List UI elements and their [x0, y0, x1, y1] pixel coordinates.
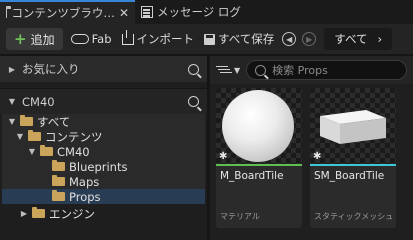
tree-item-engine[interactable]: ▶ エンジン — [0, 206, 207, 221]
tree-item-label: コンテンツ — [45, 129, 103, 144]
breadcrumb[interactable]: すべて › — [324, 28, 393, 50]
asset-thumbnail: ✱ — [216, 88, 302, 164]
import-icon — [121, 29, 134, 45]
folder-icon — [32, 207, 45, 218]
close-icon[interactable]: ✕ — [119, 6, 129, 20]
favorites-header[interactable]: ▶ お気に入り — [0, 56, 207, 82]
search-icon[interactable] — [188, 63, 199, 75]
plus-icon: + — [14, 29, 27, 48]
breadcrumb-separator: › — [377, 32, 383, 46]
tab-bar: コンテンツブラウ… ✕ メッセージ ログ — [0, 0, 413, 24]
folder-icon — [6, 6, 14, 18]
save-icon — [204, 33, 215, 45]
chevron-down-icon[interactable]: ▼ — [234, 66, 240, 75]
save-all-button[interactable]: すべて保存 — [202, 28, 276, 50]
back-icon[interactable]: ◀ — [282, 32, 297, 46]
asset-tile-sm-boardtile[interactable]: ✱ SM_BoardTile スタティックメッシュ — [310, 88, 396, 228]
search-icon[interactable] — [188, 96, 199, 107]
project-label: CM40 — [22, 94, 55, 109]
search-input[interactable]: 検索 Props — [246, 60, 407, 80]
tree-item-label: Blueprints — [69, 159, 128, 174]
tab-content-browser[interactable]: コンテンツブラウ… ✕ — [0, 0, 135, 24]
fab-button-label: Fab — [91, 32, 112, 46]
chevron-down-icon[interactable]: ▼ — [28, 147, 36, 156]
asset-grid: ✱ M_BoardTile マテリアル ✱ SM_BoardTile スタティッ… — [210, 84, 413, 232]
tree-item-maps[interactable]: Maps — [2, 174, 205, 189]
folder-icon — [40, 145, 53, 156]
folder-tree: ▼ すべて ▼ コンテンツ ▼ CM40 Blueprints Maps Pro… — [2, 114, 205, 204]
tree-item-label: Props — [69, 189, 101, 204]
toolbar: + 追加 Fab インポート すべて保存 ◀ ▶ すべて › — [0, 24, 413, 54]
static-mesh-box-preview — [320, 110, 386, 144]
folder-icon — [52, 190, 65, 201]
star-icon: ✱ — [219, 151, 228, 162]
folder-icon — [52, 160, 65, 171]
save-all-button-label: すべて保存 — [218, 32, 275, 46]
search-icon — [255, 64, 267, 76]
tree-item-label: すべて — [37, 114, 71, 129]
import-button-label: インポート — [136, 32, 195, 46]
star-icon: ✱ — [313, 151, 322, 162]
tree-item-content[interactable]: ▼ コンテンツ — [2, 129, 205, 144]
asset-toolbar: ▼ 検索 Props — [210, 56, 413, 84]
material-sphere-preview — [222, 90, 294, 162]
tree-item-label: CM40 — [57, 144, 90, 159]
search-placeholder: 検索 Props — [272, 64, 328, 77]
chevron-right-icon: ▶ — [8, 64, 16, 74]
tree-item-all[interactable]: ▼ すべて — [2, 114, 205, 129]
asset-thumbnail: ✱ — [310, 88, 396, 164]
project-header[interactable]: ▼ CM40 — [0, 88, 207, 114]
breadcrumb-root[interactable]: すべて — [334, 31, 367, 47]
fab-button[interactable]: Fab — [69, 28, 114, 50]
tree-item-label: Maps — [69, 174, 100, 189]
asset-type: マテリアル — [220, 212, 260, 221]
chevron-right-icon[interactable]: ▶ — [20, 209, 28, 218]
asset-name: M_BoardTile — [220, 170, 284, 182]
add-button[interactable]: + 追加 — [6, 28, 63, 50]
chevron-down-icon[interactable]: ▼ — [8, 117, 16, 126]
tree-item-props[interactable]: Props — [2, 189, 205, 204]
tree-item-cm40[interactable]: ▼ CM40 — [2, 144, 205, 159]
asset-panel: ▼ 検索 Props ✱ M_BoardTile マテリアル ✱ SM_Boar… — [210, 56, 413, 240]
folder-icon — [52, 175, 65, 186]
tab-label: メッセージ ログ — [157, 5, 241, 19]
favorites-label: お気に入り — [22, 62, 80, 76]
forward-icon[interactable]: ▶ — [302, 32, 317, 46]
add-button-label: 追加 — [30, 32, 55, 47]
chevron-down-icon[interactable]: ▼ — [16, 132, 24, 141]
import-button[interactable]: インポート — [120, 28, 197, 50]
asset-tile-m-boardtile[interactable]: ✱ M_BoardTile マテリアル — [216, 88, 302, 228]
tab-message-log[interactable]: メッセージ ログ — [135, 0, 247, 24]
tab-label: コンテンツブラウ… — [11, 6, 115, 20]
fab-icon — [70, 34, 89, 44]
chevron-down-icon: ▼ — [8, 97, 16, 106]
asset-type: スタティックメッシュ — [314, 212, 394, 221]
folder-icon — [28, 130, 41, 141]
asset-name: SM_BoardTile — [314, 170, 385, 182]
message-log-icon — [141, 6, 153, 18]
folder-icon — [20, 115, 33, 126]
sources-panel: ▶ お気に入り ▼ CM40 ▼ すべて ▼ コンテンツ ▼ CM40 Blue… — [0, 56, 207, 240]
tree-item-blueprints[interactable]: Blueprints — [2, 159, 205, 174]
filter-icon[interactable] — [216, 65, 228, 75]
tree-item-label: エンジン — [49, 206, 95, 221]
